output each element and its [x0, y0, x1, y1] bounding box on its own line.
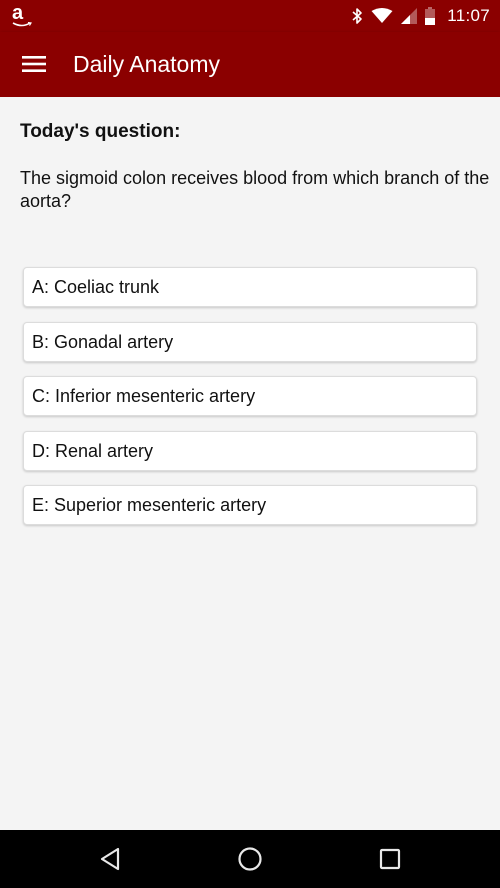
question-screen: Today's question: The sigmoid colon rece…: [0, 97, 500, 830]
question-text: The sigmoid colon receives blood from wh…: [20, 168, 490, 211]
back-icon: [100, 847, 120, 871]
answer-option-a[interactable]: A: Coeliac trunk: [23, 267, 477, 307]
system-nav-bar: [0, 830, 500, 888]
status-time: 11:07: [447, 6, 490, 25]
recents-button[interactable]: [370, 839, 410, 879]
hamburger-menu-icon: [22, 56, 46, 72]
app-bar: Daily Anatomy: [0, 32, 500, 97]
home-button[interactable]: [230, 839, 270, 879]
answer-option-d[interactable]: D: Renal artery: [23, 430, 477, 471]
status-icons: 11:07: [351, 0, 490, 32]
answer-option-c[interactable]: C: Inferior mesenteric artery: [23, 376, 477, 416]
menu-button[interactable]: [14, 44, 54, 84]
recents-icon: [379, 848, 401, 870]
answer-option-e[interactable]: E: Superior mesenteric artery: [23, 485, 477, 525]
home-icon: [238, 847, 262, 871]
cell-signal-icon: [401, 8, 418, 24]
app-title: Daily Anatomy: [73, 51, 221, 77]
battery-icon: [425, 7, 436, 25]
bluetooth-icon: [352, 8, 363, 24]
amazon-logo-icon: a: [12, 2, 24, 24]
answer-list: A: Coeliac trunk B: Gonadal artery C: In…: [23, 267, 477, 540]
question-heading: Today's question:: [20, 121, 181, 142]
answer-option-b[interactable]: B: Gonadal artery: [23, 321, 477, 362]
status-bar: a 11:07: [0, 0, 500, 32]
back-button[interactable]: [90, 839, 130, 879]
wifi-icon: [371, 8, 393, 23]
amazon-smile-icon: [12, 22, 32, 27]
